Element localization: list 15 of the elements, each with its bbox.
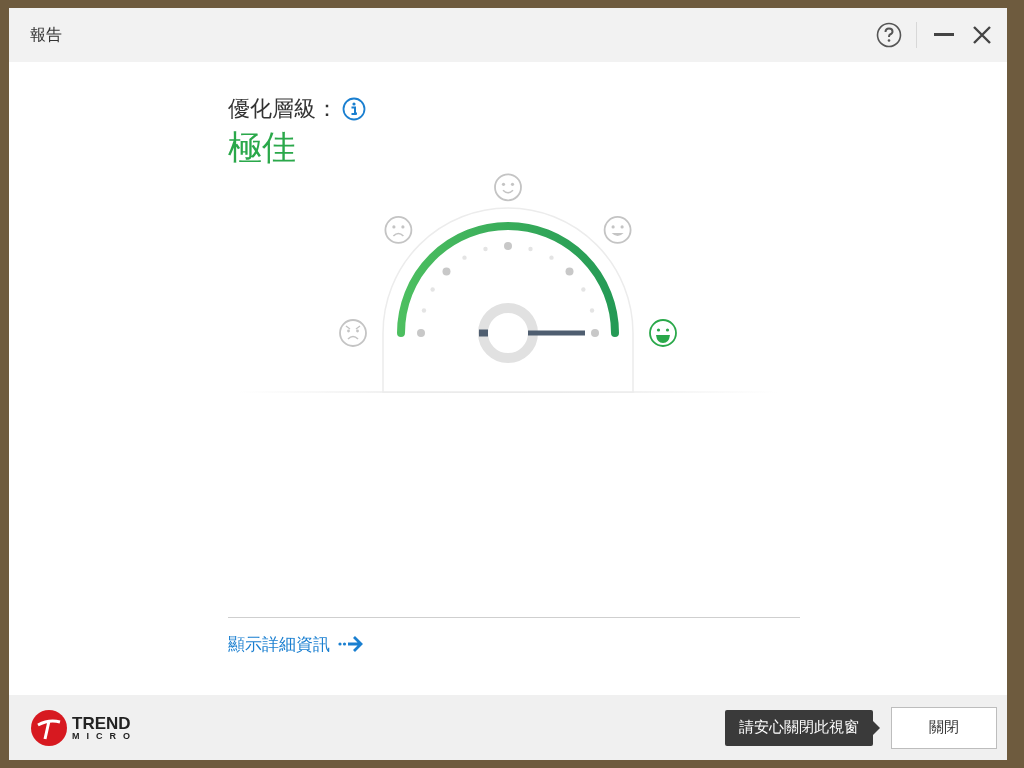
show-details-link[interactable]: 顯示詳細資訊: [228, 631, 364, 657]
logo-subtext: MICRO: [72, 731, 137, 741]
close-icon: [973, 26, 991, 44]
optimization-value: 極佳: [228, 127, 296, 168]
close-window-button[interactable]: 關閉: [891, 706, 997, 749]
logo-text: TREND: [72, 714, 132, 732]
tooltip-pointer-icon: [873, 720, 880, 735]
logo-icon: [30, 708, 68, 747]
help-button[interactable]: [874, 20, 904, 50]
window-title: 報告: [30, 25, 62, 45]
arrow-icon: [338, 635, 364, 654]
info-icon[interactable]: [342, 96, 366, 121]
optimization-label: 優化層級：: [228, 95, 338, 123]
help-icon: [876, 22, 902, 48]
minimize-icon: [934, 33, 954, 37]
